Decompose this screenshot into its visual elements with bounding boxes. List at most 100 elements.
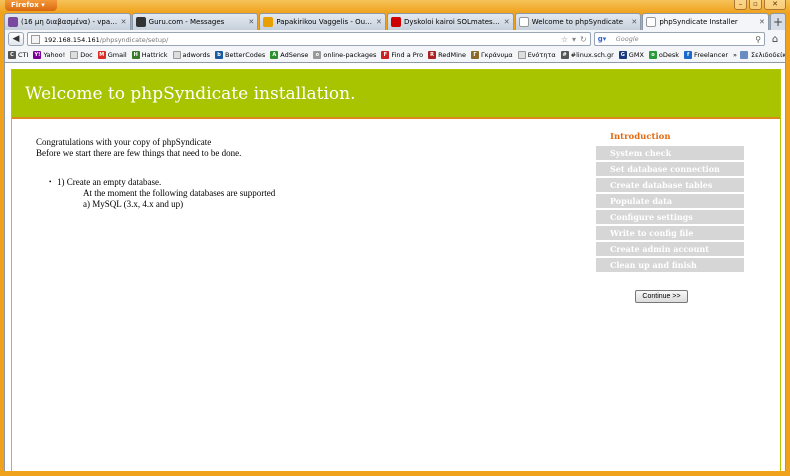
bookmark-label: AdSense	[280, 51, 309, 59]
bookmark-icon: M	[97, 51, 106, 59]
bookmark-label: GMX	[628, 51, 644, 59]
bookmark-label: Doc	[80, 51, 93, 59]
install-step: Populate data	[596, 194, 744, 208]
browser-tab[interactable]: Papakirikou Vaggelis - Outlook ...✕	[259, 13, 387, 30]
bookmark-item[interactable]: Γ Γκράνυμα	[471, 51, 513, 59]
bookmark-icon: R	[428, 51, 437, 59]
search-input[interactable]: Google	[616, 35, 751, 43]
bookmark-icon: F	[381, 51, 390, 59]
search-icon[interactable]: ⚲	[755, 35, 761, 44]
site-identity-icon[interactable]	[30, 34, 40, 44]
bookmark-label: oDesk	[658, 51, 680, 59]
bookmark-icon	[517, 51, 526, 59]
tab-title: (16 μη διαβασμένα) - vpapakir - ...	[21, 18, 118, 26]
window-titlebar: Firefox ▾ – ▫ ✕	[0, 0, 790, 13]
bookmarks-menu-icon[interactable]	[739, 51, 748, 59]
installer-frame: Welcome to phpSyndicate installation. Co…	[11, 69, 781, 471]
install-step: Introduction	[610, 132, 671, 142]
bookmark-item[interactable]: o online-packages	[313, 51, 376, 59]
install-step: System check	[596, 146, 744, 160]
mail-icon	[8, 17, 18, 27]
bookmark-item[interactable]: F Find a Pro	[381, 51, 423, 59]
reload-icon[interactable]: ↻	[580, 35, 587, 44]
url-host: 192.168.154.161	[43, 35, 100, 44]
bookmark-icon: Γ	[471, 51, 479, 59]
tab-close-icon[interactable]: ✕	[504, 18, 510, 26]
outlook-icon	[263, 17, 274, 27]
bookmarks-toolbar: C CTI Y! Yahoo! Doc M Gmail H Hattrick adwords b Be…	[4, 48, 786, 63]
browser-tab[interactable]: (16 μη διαβασμένα) - vpapakir - ...✕	[4, 13, 131, 30]
install-step: Create database tables	[596, 178, 744, 192]
tab-close-icon[interactable]: ✕	[631, 18, 637, 26]
bookmarks-overflow-icon[interactable]: »	[733, 51, 737, 59]
bookmark-item[interactable]: # #linux.sch.gr	[560, 51, 614, 59]
menubar-faint	[78, 2, 80, 9]
bookmarks-menu-button[interactable]: Σελιδοδείκτες	[751, 51, 785, 59]
bookmark-label: online-packages	[323, 51, 377, 59]
search-bar[interactable]: g▾ Google ⚲	[593, 32, 766, 46]
bookmark-label: RedMine	[438, 51, 466, 59]
bookmark-item[interactable]: Doc	[70, 51, 93, 59]
continue-button[interactable]: Continue >>	[635, 290, 688, 303]
list-bullet: •	[49, 178, 52, 186]
tab-title: phpSyndicate Installer	[659, 18, 738, 26]
intro-line-1: Congratulations with your copy of phpSyn…	[36, 137, 212, 147]
bookmark-label: Hattrick	[141, 51, 168, 59]
bookmark-item[interactable]: C CTI	[8, 51, 28, 59]
tab-close-icon[interactable]: ✕	[121, 18, 127, 26]
bookmark-label: CTI	[18, 51, 29, 59]
bookmark-item[interactable]: Y! Yahoo!	[33, 51, 65, 59]
bookmark-label: Gmail	[107, 51, 127, 59]
back-button[interactable]: ◀	[8, 32, 24, 46]
bookmark-item[interactable]: adwords	[172, 51, 210, 59]
bookmark-item[interactable]: f Freelancer	[684, 51, 728, 59]
install-step: Configure settings	[596, 210, 744, 224]
google-engine-icon[interactable]: g▾	[598, 34, 612, 44]
installer-banner: Welcome to phpSyndicate installation.	[12, 70, 780, 119]
address-bar[interactable]: 192.168.154.161/phpsyndicate/setup/ ☆ ▾ …	[26, 32, 591, 46]
bookmark-label: Ενότητα	[527, 51, 556, 59]
tab-strip: (16 μη διαβασμένα) - vpapakir - ...✕Guru…	[4, 13, 786, 30]
bookmark-label: #linux.sch.gr	[570, 51, 614, 59]
dropdown-arrow-icon[interactable]: ▾	[572, 35, 576, 44]
home-icon[interactable]: ⌂	[768, 34, 782, 45]
bookmark-item[interactable]: H Hattrick	[131, 51, 168, 59]
url-path: /phpsyndicate/setup/	[99, 35, 169, 44]
bookmark-icon: C	[8, 51, 16, 59]
bookmark-item[interactable]: A AdSense	[270, 51, 308, 59]
intro-text: Congratulations with your copy of phpSyn…	[36, 137, 241, 158]
page-title: Welcome to phpSyndicate installation.	[25, 83, 356, 104]
browser-tab[interactable]: Guru.com - Messages ✕	[131, 13, 259, 30]
new-tab-icon[interactable]: +	[770, 13, 786, 30]
page-icon	[518, 17, 529, 27]
bookmark-icon: H	[131, 51, 140, 59]
bookmark-star-icon[interactable]: ☆	[561, 35, 568, 44]
bookmark-label: adwords	[182, 51, 210, 59]
browser-tab[interactable]: Welcome to phpSyndicate ✕	[514, 13, 642, 30]
tab-title: Guru.com - Messages	[148, 18, 225, 26]
tab-close-icon[interactable]: ✕	[248, 18, 254, 26]
minimize-icon[interactable]: –	[734, 0, 747, 10]
firefox-menu-button[interactable]: Firefox ▾	[5, 0, 57, 11]
install-steps-sidebar: Introduction System check Set database con…	[596, 130, 744, 274]
bookmark-icon	[70, 51, 79, 59]
bookmark-item[interactable]: M Gmail	[97, 51, 127, 59]
browser-tab[interactable]: phpSyndicate Installer ✕	[642, 13, 770, 30]
browser-tab[interactable]: Dyskoloi kairoi SOLmates - You...✕	[387, 13, 514, 30]
bookmark-item[interactable]: o oDesk	[648, 51, 680, 59]
close-window-icon[interactable]: ✕	[764, 0, 786, 10]
bookmark-icon: G	[618, 51, 627, 59]
bookmark-label: Freelancer	[694, 51, 728, 59]
bookmark-item[interactable]: R RedMine	[428, 51, 466, 59]
bookmark-item[interactable]: b BetterCodes	[215, 51, 265, 59]
tab-close-icon[interactable]: ✕	[759, 18, 765, 26]
bookmark-item[interactable]: G GMX	[618, 51, 644, 59]
install-step: Create admin account	[596, 242, 744, 256]
requirement-detail: At the moment the following databases ar…	[83, 188, 276, 198]
bookmark-label: Find a Pro	[391, 51, 424, 59]
tab-close-icon[interactable]: ✕	[376, 18, 382, 26]
bookmark-item[interactable]: Ενότητα	[517, 51, 556, 59]
bookmark-icon: A	[270, 51, 279, 59]
page-icon	[646, 17, 657, 27]
restore-icon[interactable]: ▫	[749, 0, 762, 10]
